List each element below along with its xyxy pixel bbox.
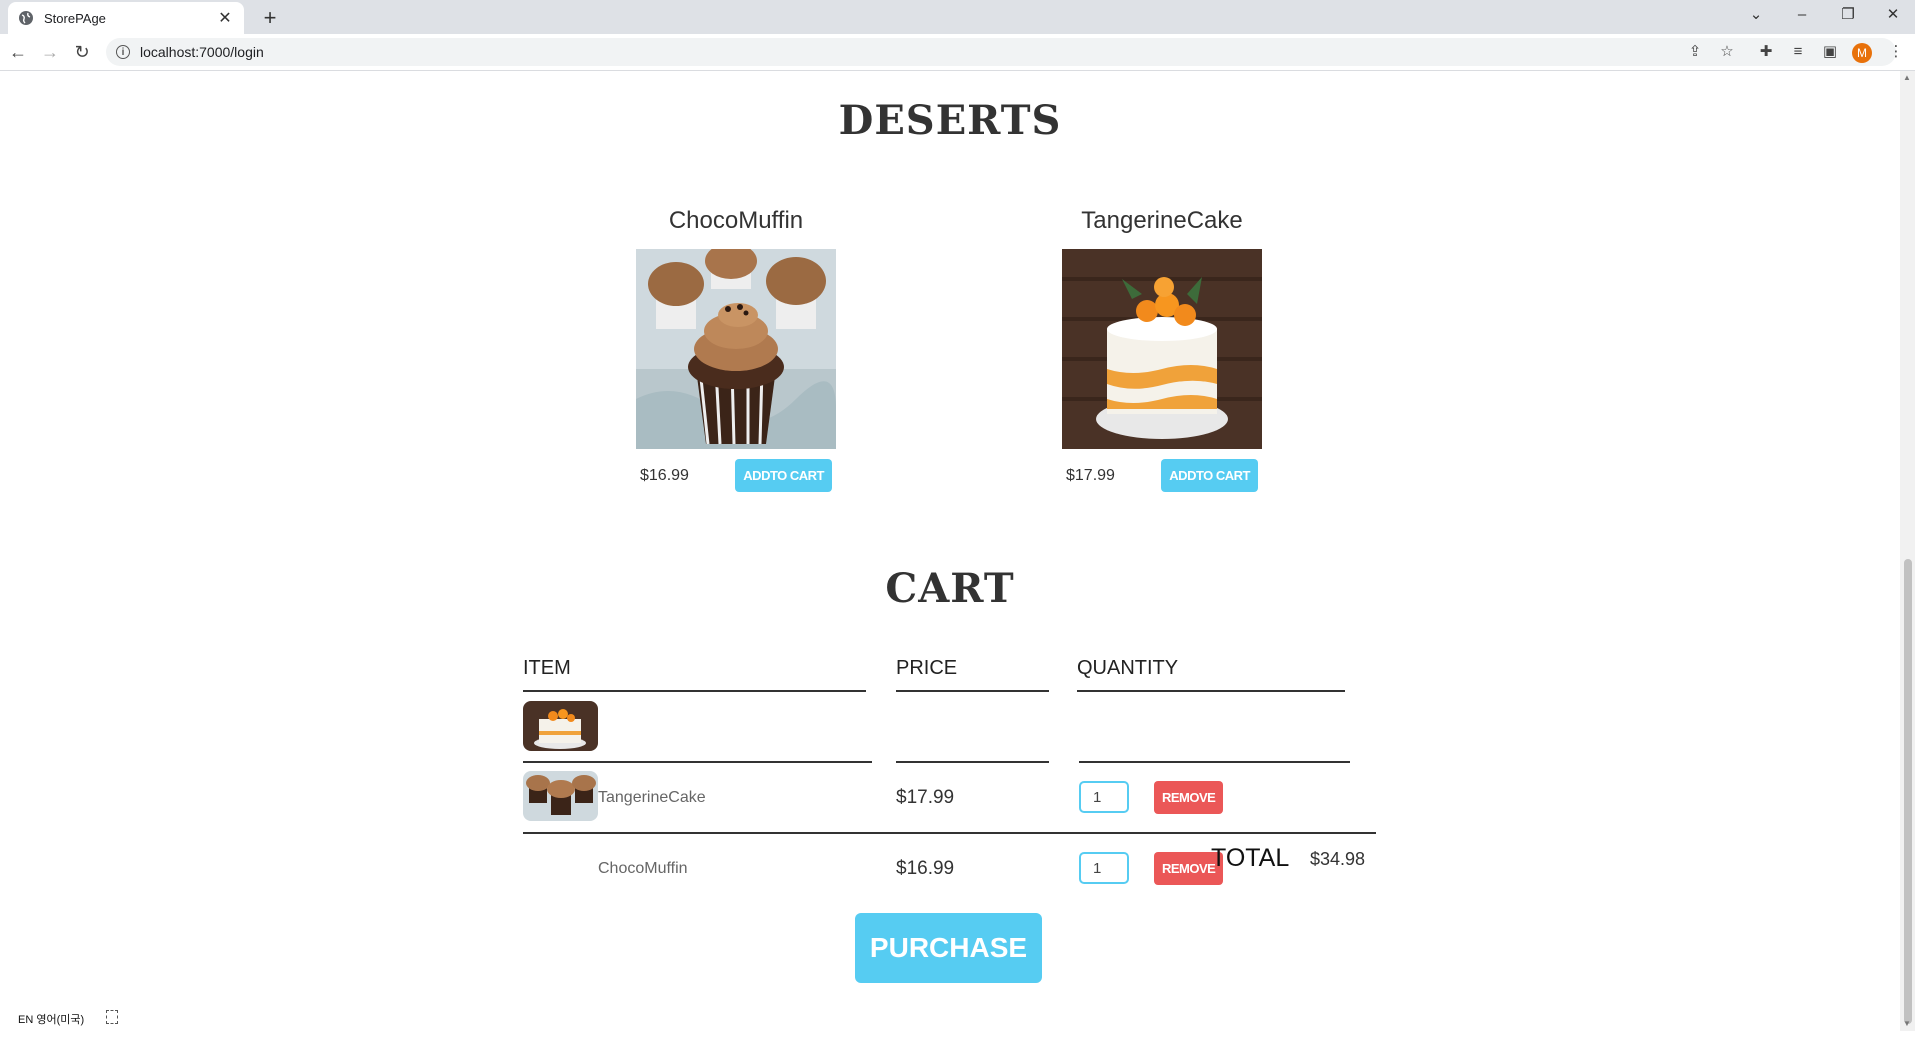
cart-row-divider — [523, 761, 872, 763]
cart-quantity-input[interactable] — [1079, 852, 1129, 884]
store-item-title: ChocoMuffin — [668, 207, 804, 234]
store-item-title: TangerineCake — [1081, 207, 1243, 234]
cart-row-divider — [896, 761, 1049, 763]
bookmark-star-icon[interactable]: ☆ — [1713, 38, 1741, 66]
close-window-button[interactable]: ✕ — [1873, 0, 1913, 30]
cart-quantity-input[interactable] — [1079, 781, 1129, 813]
kebab-menu-icon[interactable]: ⋮ — [1882, 38, 1910, 66]
choco-muffin-image — [636, 249, 836, 449]
store-item: TangerineCake $17.99 ADDTO CART — [1062, 207, 1262, 492]
site-info-icon[interactable]: i — [116, 45, 130, 59]
store-item-price: $16.99 — [640, 466, 689, 484]
share-icon[interactable]: ⇪ — [1681, 38, 1709, 66]
purchase-button[interactable]: PURCHASE — [855, 913, 1042, 983]
cart-header-item: ITEM — [523, 657, 866, 692]
new-tab-button[interactable]: + — [256, 4, 284, 32]
ime-indicator: EN 영어(미국) — [18, 1014, 85, 1026]
close-tab-icon[interactable]: ✕ — [216, 8, 234, 28]
scroll-up-arrow-icon[interactable]: ▲ — [1903, 73, 1911, 82]
page-viewport: DESERTS ChocoMuffin $16.99 ADDTO CART Ta… — [0, 71, 1900, 1031]
cart-item-image — [523, 771, 598, 821]
browser-tab-strip: StorePAge ✕ + ⌄ – ❐ ✕ — [0, 0, 1915, 34]
profile-avatar[interactable]: M — [1852, 43, 1872, 63]
media-control-icon[interactable]: ≡ — [1784, 38, 1812, 66]
tab-title: StorePAge — [44, 10, 106, 26]
cart-item-price: $17.99 — [896, 787, 955, 808]
address-bar[interactable]: i localhost:7000/login — [106, 38, 1896, 66]
cart-section-title: CART — [885, 565, 1015, 612]
cart-item-price: $16.99 — [896, 858, 955, 879]
store-item: ChocoMuffin $16.99 ADDTO CART — [636, 207, 836, 492]
cart-item-title: TangerineCake — [598, 789, 706, 806]
store-item-price: $17.99 — [1066, 466, 1115, 484]
forward-arrow-icon[interactable]: → — [36, 38, 64, 66]
back-arrow-icon[interactable]: ← — [4, 38, 32, 66]
side-panel-icon[interactable]: ▣ — [1816, 38, 1844, 66]
cart-total-label: TOTAL — [1211, 844, 1290, 872]
cart-total-price: $34.98 — [1310, 849, 1366, 869]
add-to-cart-button[interactable]: ADDTO CART — [735, 459, 832, 492]
store-section-title: DESERTS — [838, 97, 1062, 144]
cart-item-image — [523, 701, 598, 751]
scroll-down-arrow-icon[interactable]: ▼ — [1903, 1019, 1911, 1028]
tangerine-cake-image — [1062, 249, 1262, 449]
store-item-details: $16.99 ADDTO CART — [636, 459, 836, 492]
cart-row-divider — [1079, 761, 1350, 763]
cart-header-price: PRICE — [896, 657, 1049, 692]
scrollbar-thumb[interactable] — [1904, 559, 1912, 1024]
minimize-button[interactable]: – — [1782, 0, 1822, 30]
cart-total-divider — [523, 832, 1376, 834]
url-text: localhost:7000/login — [140, 44, 264, 60]
cart-header-quantity: QUANTITY — [1077, 657, 1345, 692]
page-scrollbar[interactable]: ▲ ▼ — [1900, 71, 1915, 1031]
globe-icon — [19, 11, 33, 25]
browser-tab[interactable]: StorePAge ✕ — [8, 2, 244, 34]
add-to-cart-button[interactable]: ADDTO CART — [1161, 459, 1258, 492]
extensions-puzzle-icon[interactable]: ✚ — [1752, 38, 1780, 66]
browser-toolbar: ← → ↻ i localhost:7000/login ⇪ ☆ ✚ ≡ ▣ M… — [0, 34, 1915, 71]
restore-button[interactable]: ❐ — [1828, 0, 1868, 30]
reload-icon[interactable]: ↻ — [68, 38, 96, 66]
ime-mode-icon — [106, 1010, 118, 1024]
remove-button[interactable]: REMOVE — [1154, 781, 1224, 814]
store-item-details: $17.99 ADDTO CART — [1062, 459, 1262, 492]
cart-item-title: ChocoMuffin — [598, 860, 688, 877]
tab-search-icon[interactable]: ⌄ — [1736, 0, 1776, 30]
